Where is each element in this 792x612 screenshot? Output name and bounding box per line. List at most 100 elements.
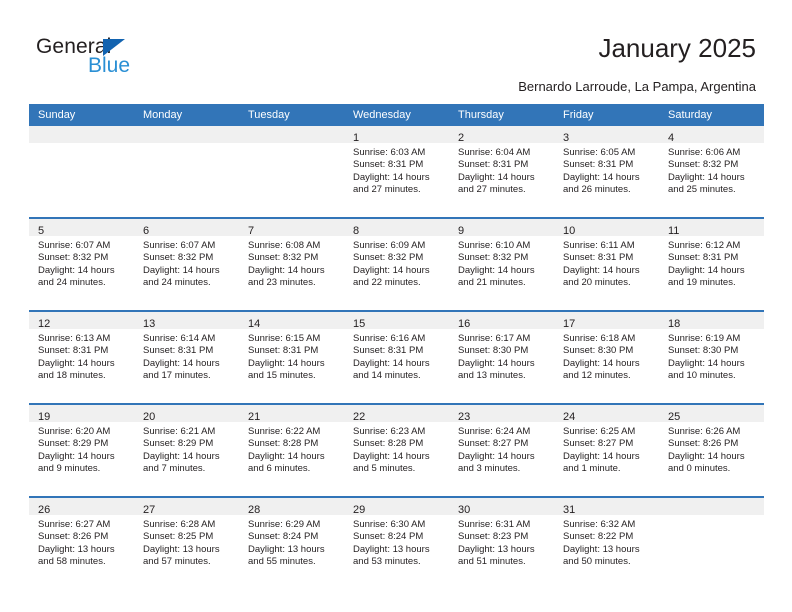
day-detail-line: Sunset: 8:27 PM	[563, 438, 634, 450]
calendar-day-cell[interactable]: 21 Sunrise: 6:22 AM Sunset: 8:28 PM Dayligh…	[239, 403, 344, 497]
day-number-band: 26	[29, 498, 134, 516]
calendar-day-cell[interactable]: 20 Sunrise: 6:21 AM Sunset: 8:29 PM Dayligh…	[134, 403, 239, 497]
calendar-day-cell[interactable]: 8 Sunrise: 6:09 AM Sunset: 8:32 PM Daylight…	[344, 217, 449, 311]
day-detail-line: Sunrise: 6:15 AM	[248, 333, 321, 344]
day-number: 21	[248, 411, 261, 423]
day-detail-line: Daylight: 14 hours	[353, 171, 430, 183]
day-number: 22	[353, 411, 366, 423]
calendar-week-row: 19 Sunrise: 6:20 AM Sunset: 8:29 PM Dayligh…	[29, 403, 764, 497]
day-details: Sunrise: 6:31 AM Sunset: 8:23 PM Daylight:…	[449, 515, 554, 568]
day-detail-line: and 23 minutes.	[248, 276, 316, 288]
day-details: Sunrise: 6:24 AM Sunset: 8:27 PM Daylight:…	[449, 422, 554, 475]
calendar-day-cell[interactable]: 28 Sunrise: 6:29 AM Sunset: 8:24 PM Dayligh…	[239, 496, 344, 589]
calendar-day-cell[interactable]: 23 Sunrise: 6:24 AM Sunset: 8:27 PM Dayligh…	[449, 403, 554, 497]
day-detail-line: Sunset: 8:24 PM	[353, 531, 424, 543]
day-detail-line: and 58 minutes.	[38, 555, 106, 567]
day-details: Sunrise: 6:28 AM Sunset: 8:25 PM Daylight:…	[134, 515, 239, 568]
calendar-day-cell[interactable]: 11 Sunrise: 6:12 AM Sunset: 8:31 PM Dayligh…	[659, 217, 764, 311]
day-details: Sunrise: 6:17 AM Sunset: 8:30 PM Daylight:…	[449, 329, 554, 382]
weekday-header-wednesday: Wednesday	[344, 104, 449, 126]
calendar-day-cell[interactable]: 6 Sunrise: 6:07 AM Sunset: 8:32 PM Daylight…	[134, 217, 239, 311]
calendar-day-cell[interactable]: 25 Sunrise: 6:26 AM Sunset: 8:26 PM Dayligh…	[659, 403, 764, 497]
calendar-day-cell[interactable]: 3 Sunrise: 6:05 AM Sunset: 8:31 PM Daylight…	[554, 126, 659, 218]
day-details: Sunrise: 6:11 AM Sunset: 8:31 PM Daylight:…	[554, 236, 659, 289]
day-number: 19	[38, 411, 51, 423]
day-detail-line: and 6 minutes.	[248, 462, 311, 474]
calendar-day-cell[interactable]: 14 Sunrise: 6:15 AM Sunset: 8:31 PM Dayligh…	[239, 310, 344, 404]
calendar-day-cell[interactable]: 31 Sunrise: 6:32 AM Sunset: 8:22 PM Dayligh…	[554, 496, 659, 589]
calendar-day-cell[interactable]: 7 Sunrise: 6:08 AM Sunset: 8:32 PM Daylight…	[239, 217, 344, 311]
calendar-day-cell[interactable]: 4 Sunrise: 6:06 AM Sunset: 8:32 PM Daylight…	[659, 126, 764, 218]
calendar-day-cell[interactable]: 10 Sunrise: 6:11 AM Sunset: 8:31 PM Dayligh…	[554, 217, 659, 311]
calendar-day-cell[interactable]: 1 Sunrise: 6:03 AM Sunset: 8:31 PM Daylight…	[344, 126, 449, 218]
day-detail-line: Sunset: 8:31 PM	[668, 252, 739, 264]
day-detail-line: Sunrise: 6:03 AM	[353, 147, 426, 158]
day-detail-line: Sunset: 8:32 PM	[668, 159, 739, 171]
day-detail-line: Daylight: 14 hours	[353, 264, 430, 276]
calendar-day-cell[interactable]: 9 Sunrise: 6:10 AM Sunset: 8:32 PM Daylight…	[449, 217, 554, 311]
calendar-day-cell[interactable]: 12 Sunrise: 6:13 AM Sunset: 8:31 PM Dayligh…	[29, 310, 134, 404]
day-detail-line: Sunrise: 6:19 AM	[668, 333, 741, 344]
day-detail-line: and 0 minutes.	[668, 462, 731, 474]
calendar-page: General Blue January 2025 Bernardo Larro…	[0, 0, 792, 612]
day-detail-line: Sunset: 8:28 PM	[353, 438, 424, 450]
calendar-day-cell[interactable]: 24 Sunrise: 6:25 AM Sunset: 8:27 PM Dayligh…	[554, 403, 659, 497]
day-number-band: 31	[554, 498, 659, 516]
day-details: Sunrise: 6:14 AM Sunset: 8:31 PM Daylight:…	[134, 329, 239, 382]
day-detail-line: Sunset: 8:32 PM	[38, 252, 109, 264]
day-detail-line: Sunrise: 6:27 AM	[38, 519, 111, 530]
day-detail-line: Sunrise: 6:29 AM	[248, 519, 321, 530]
day-detail-line: Sunset: 8:32 PM	[458, 252, 529, 264]
day-detail-line: Daylight: 13 hours	[38, 543, 115, 555]
calendar-day-cell[interactable]: 22 Sunrise: 6:23 AM Sunset: 8:28 PM Dayligh…	[344, 403, 449, 497]
day-detail-line: and 1 minute.	[563, 462, 621, 474]
calendar-week-row: 1 Sunrise: 6:03 AM Sunset: 8:31 PM Daylight…	[29, 126, 764, 218]
day-detail-line: Daylight: 14 hours	[563, 450, 640, 462]
day-details: Sunrise: 6:22 AM Sunset: 8:28 PM Daylight:…	[239, 422, 344, 475]
day-detail-line: and 26 minutes.	[563, 183, 631, 195]
day-detail-line: and 19 minutes.	[668, 276, 736, 288]
calendar-day-cell[interactable]: 18 Sunrise: 6:19 AM Sunset: 8:30 PM Dayligh…	[659, 310, 764, 404]
day-number: 6	[143, 225, 150, 237]
day-detail-line: Daylight: 14 hours	[458, 264, 535, 276]
calendar-day-cell[interactable]: 2 Sunrise: 6:04 AM Sunset: 8:31 PM Daylight…	[449, 126, 554, 218]
day-detail-line: Daylight: 14 hours	[143, 357, 220, 369]
day-detail-line: Daylight: 14 hours	[458, 450, 535, 462]
day-detail-line: Sunset: 8:32 PM	[353, 252, 424, 264]
day-detail-line: Sunset: 8:24 PM	[248, 531, 319, 543]
calendar-day-cell[interactable]: 29 Sunrise: 6:30 AM Sunset: 8:24 PM Dayligh…	[344, 496, 449, 589]
day-number-band: 27	[134, 498, 239, 516]
day-number-band: 1	[344, 126, 449, 144]
day-number: 3	[563, 132, 570, 144]
day-detail-line: Sunrise: 6:04 AM	[458, 147, 531, 158]
day-detail-line: Sunset: 8:26 PM	[668, 438, 739, 450]
calendar-day-cell[interactable]: 30 Sunrise: 6:31 AM Sunset: 8:23 PM Dayligh…	[449, 496, 554, 589]
day-number-band: 13	[134, 312, 239, 330]
calendar-day-cell[interactable]: 17 Sunrise: 6:18 AM Sunset: 8:30 PM Dayligh…	[554, 310, 659, 404]
day-number-band: 21	[239, 405, 344, 423]
day-detail-line: and 18 minutes.	[38, 369, 106, 381]
day-number-band: 18	[659, 312, 764, 330]
day-detail-line: Sunset: 8:31 PM	[458, 159, 529, 171]
calendar-day-cell[interactable]: 26 Sunrise: 6:27 AM Sunset: 8:26 PM Dayligh…	[29, 496, 134, 589]
calendar-day-cell[interactable]: 13 Sunrise: 6:14 AM Sunset: 8:31 PM Dayligh…	[134, 310, 239, 404]
calendar-day-cell[interactable]: 5 Sunrise: 6:07 AM Sunset: 8:32 PM Daylight…	[29, 217, 134, 311]
day-detail-line: and 5 minutes.	[353, 462, 416, 474]
day-detail-line: Sunset: 8:31 PM	[353, 159, 424, 171]
day-detail-line: Sunset: 8:31 PM	[143, 345, 214, 357]
calendar-day-cell[interactable]: 16 Sunrise: 6:17 AM Sunset: 8:30 PM Dayligh…	[449, 310, 554, 404]
calendar-day-cell[interactable]: 27 Sunrise: 6:28 AM Sunset: 8:25 PM Dayligh…	[134, 496, 239, 589]
day-detail-line: and 53 minutes.	[353, 555, 421, 567]
calendar-day-cell[interactable]: 19 Sunrise: 6:20 AM Sunset: 8:29 PM Dayligh…	[29, 403, 134, 497]
day-detail-line: Daylight: 14 hours	[458, 171, 535, 183]
day-detail-line: and 3 minutes.	[458, 462, 521, 474]
day-detail-line: Daylight: 14 hours	[668, 171, 745, 183]
day-details	[29, 143, 134, 147]
day-number-band: 9	[449, 219, 554, 237]
general-blue-logo[interactable]: General Blue	[36, 36, 206, 88]
day-detail-line: Daylight: 13 hours	[458, 543, 535, 555]
day-number: 29	[353, 504, 366, 516]
day-number-band: 6	[134, 219, 239, 237]
calendar-day-cell[interactable]: 15 Sunrise: 6:16 AM Sunset: 8:31 PM Dayligh…	[344, 310, 449, 404]
day-detail-line: and 24 minutes.	[38, 276, 106, 288]
